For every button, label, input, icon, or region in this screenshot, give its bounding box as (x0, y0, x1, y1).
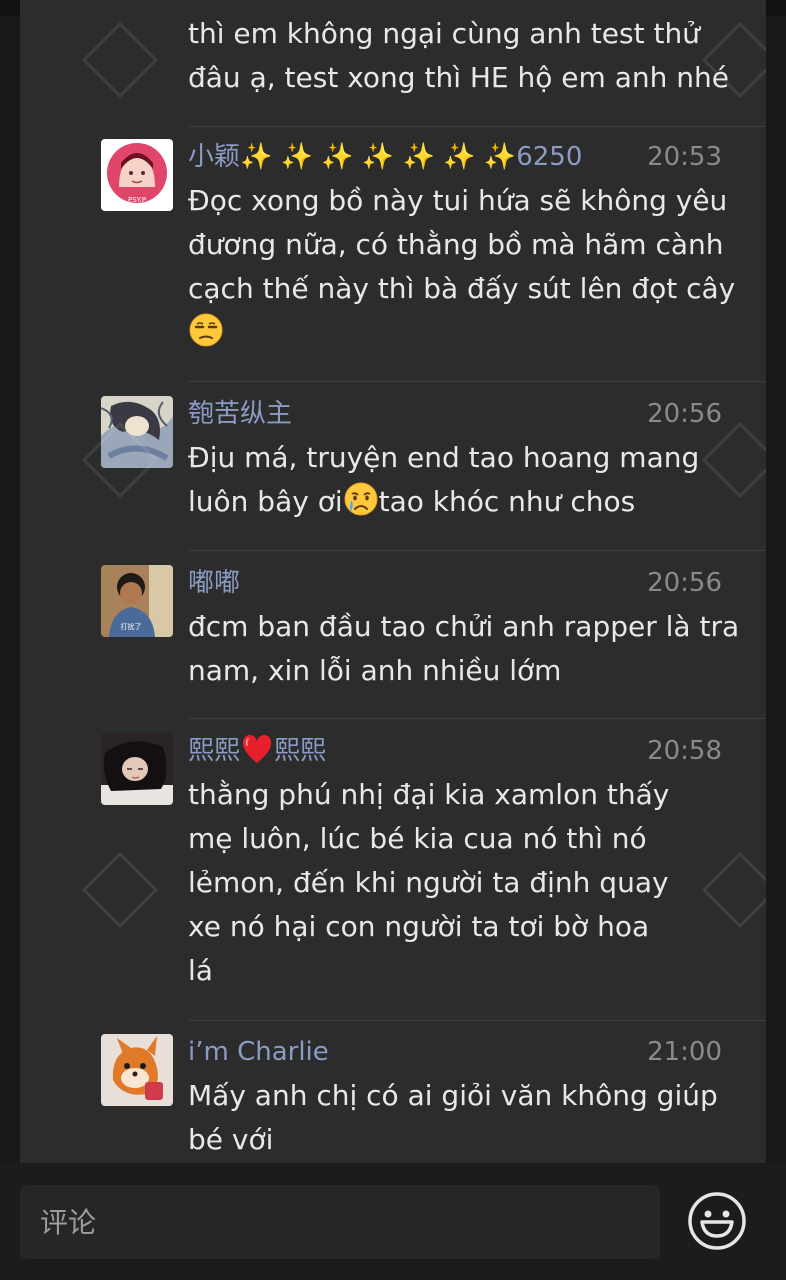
avatar[interactable]: 打扰了 (101, 565, 173, 637)
comment-time: 20:56 (647, 399, 722, 429)
comment-divider (188, 1020, 766, 1021)
comment-author[interactable]: 嘟嘟 (188, 565, 240, 601)
author-name-part: 熙熙 (188, 736, 241, 766)
avatar[interactable] (101, 396, 173, 468)
comment-time: 20:58 (647, 736, 722, 766)
comment-text: thằng phú nhị đại kia xamlon thấy mẹ luô… (188, 778, 670, 987)
comment-time: 20:53 (647, 142, 722, 172)
comment-author[interactable]: 小颖✨ ✨ ✨ ✨ ✨ ✨ ✨6250 (188, 139, 582, 175)
comment-time: 21:00 (647, 1037, 722, 1067)
comment-text: Địu má, truyện end tao hoang mang luôn b… (188, 436, 743, 530)
comment-author[interactable]: i’m Charlie (188, 1034, 329, 1070)
avatar[interactable] (101, 733, 173, 805)
crying-face-emoji-icon (343, 481, 379, 530)
comment-text-after: tao khóc như chos (378, 485, 636, 518)
unamused-face-emoji-icon (188, 312, 224, 361)
watermark-diamond-icon (701, 851, 766, 929)
comment-list[interactable]: thì em không ngại cùng anh test thử đâu … (20, 0, 766, 1163)
avatar[interactable] (101, 1034, 173, 1106)
avatar-label: 打扰了 (121, 622, 142, 631)
comment-author[interactable]: 熙熙 熙熙 (188, 733, 326, 775)
watermark-diamond-icon (81, 21, 159, 99)
comment-time: 20:56 (647, 568, 722, 598)
comment-divider (188, 381, 766, 382)
avatar[interactable]: PSY.P (101, 139, 173, 211)
comment-divider (188, 126, 766, 127)
red-heart-emoji-icon (240, 733, 274, 775)
comment-divider (188, 550, 766, 551)
comment-text: Đọc xong bồ này tui hứa sẽ không yêu đươ… (188, 179, 743, 361)
comment-divider (188, 718, 766, 719)
comment-author[interactable]: 匏苦纵主 (188, 396, 292, 432)
comment-input-bar (0, 1163, 786, 1280)
comment-text-continued: thì em không ngại cùng anh test thử đâu … (188, 17, 729, 94)
comment-text-content: Đọc xong bồ này tui hứa sẽ không yêu đươ… (188, 184, 736, 305)
avatar-label: PSY.P (128, 196, 146, 204)
comment-input[interactable] (20, 1185, 660, 1259)
comment-text: Mấy anh chị có ai giỏi văn không giúp bé… (188, 1079, 718, 1156)
author-name-part: 熙熙 (274, 736, 327, 766)
smiley-face-icon[interactable] (686, 1190, 748, 1252)
watermark-diamond-icon (81, 851, 159, 929)
comment-text: đcm ban đầu tao chửi anh rapper là tra n… (188, 610, 740, 687)
